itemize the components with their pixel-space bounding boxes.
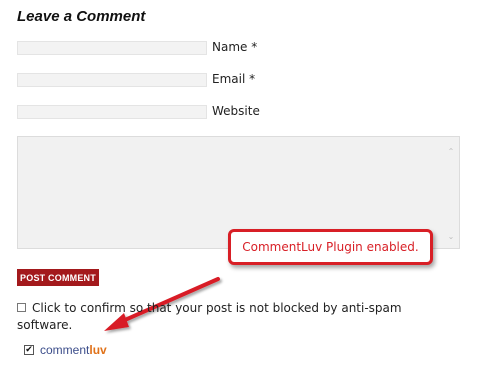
confirm-text: Click to confirm so that your post is no… [17, 301, 402, 332]
commentluv-row[interactable]: ✔ comment luv [24, 343, 107, 357]
confirm-checkbox[interactable] [17, 303, 26, 312]
commentluv-callout: CommentLuv Plugin enabled. [228, 229, 433, 265]
anti-spam-confirm[interactable]: Click to confirm so that your post is no… [17, 300, 437, 334]
commentluv-brand-luv: luv [89, 343, 107, 357]
commentluv-checkbox[interactable]: ✔ [24, 345, 34, 355]
commentluv-brand-comment: comment [40, 343, 90, 357]
